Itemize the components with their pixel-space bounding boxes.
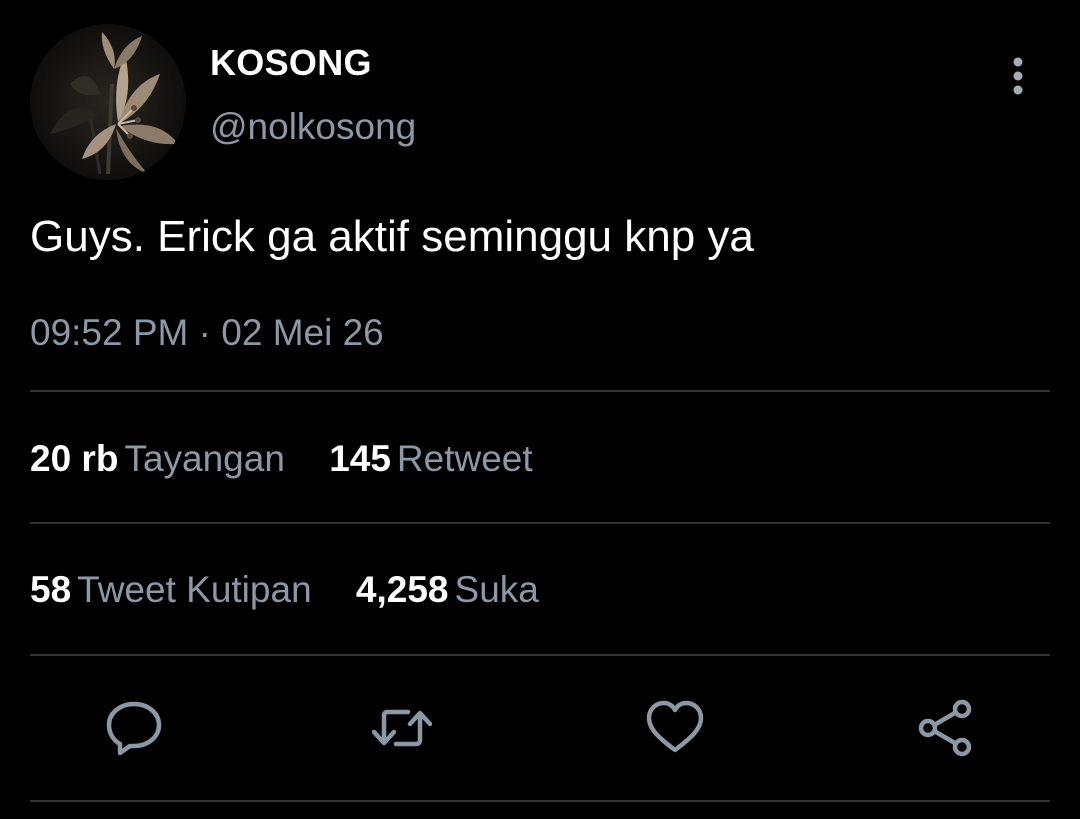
likes-count: 4,258 [355,569,449,610]
like-button[interactable] [645,698,705,758]
views-count: 20 rb [30,438,119,479]
stats-row-quotes-likes: 58 Tweet Kutipan 4,258 Suka [30,569,573,611]
avatar[interactable] [30,24,186,180]
share-button[interactable] [915,698,975,758]
views-stat[interactable]: 20 rb Tayangan [30,438,295,479]
retweets-stat[interactable]: 145 Retweet [329,438,532,479]
likes-label: Suka [454,569,539,610]
retweets-count: 145 [329,438,391,479]
reply-icon [106,701,162,756]
timestamp-separator: · [198,312,211,353]
quotes-label: Tweet Kutipan [77,569,312,610]
tweet-timestamp[interactable]: 09:52 PM · 02 Mei 26 [30,312,384,354]
tweet-text: Guys. Erick ga aktif seminggu knp ya [30,212,754,261]
divider [30,654,1050,656]
quotes-count: 58 [30,569,72,610]
tweet-time: 09:52 PM [30,312,189,353]
lily-flower-icon [30,24,186,180]
stats-row-views-retweets: 20 rb Tayangan 145 Retweet [30,438,567,480]
views-label: Tayangan [124,438,285,479]
author-display-name[interactable]: KOSONG [210,42,372,84]
retweets-label: Retweet [396,438,533,479]
share-icon [918,699,972,757]
more-options-button[interactable] [998,52,1038,100]
likes-stat[interactable]: 4,258 Suka [356,569,539,610]
retweet-icon [372,709,432,747]
retweet-button[interactable] [372,698,432,758]
reply-button[interactable] [104,698,164,758]
author-handle[interactable]: @nolkosong [210,106,416,148]
divider [30,800,1050,802]
divider [30,522,1050,524]
divider [30,390,1050,392]
quotes-stat[interactable]: 58 Tweet Kutipan [30,569,322,610]
tweet-date: 02 Mei 26 [221,312,384,353]
heart-icon [646,700,704,753]
more-vertical-icon [1013,57,1023,95]
